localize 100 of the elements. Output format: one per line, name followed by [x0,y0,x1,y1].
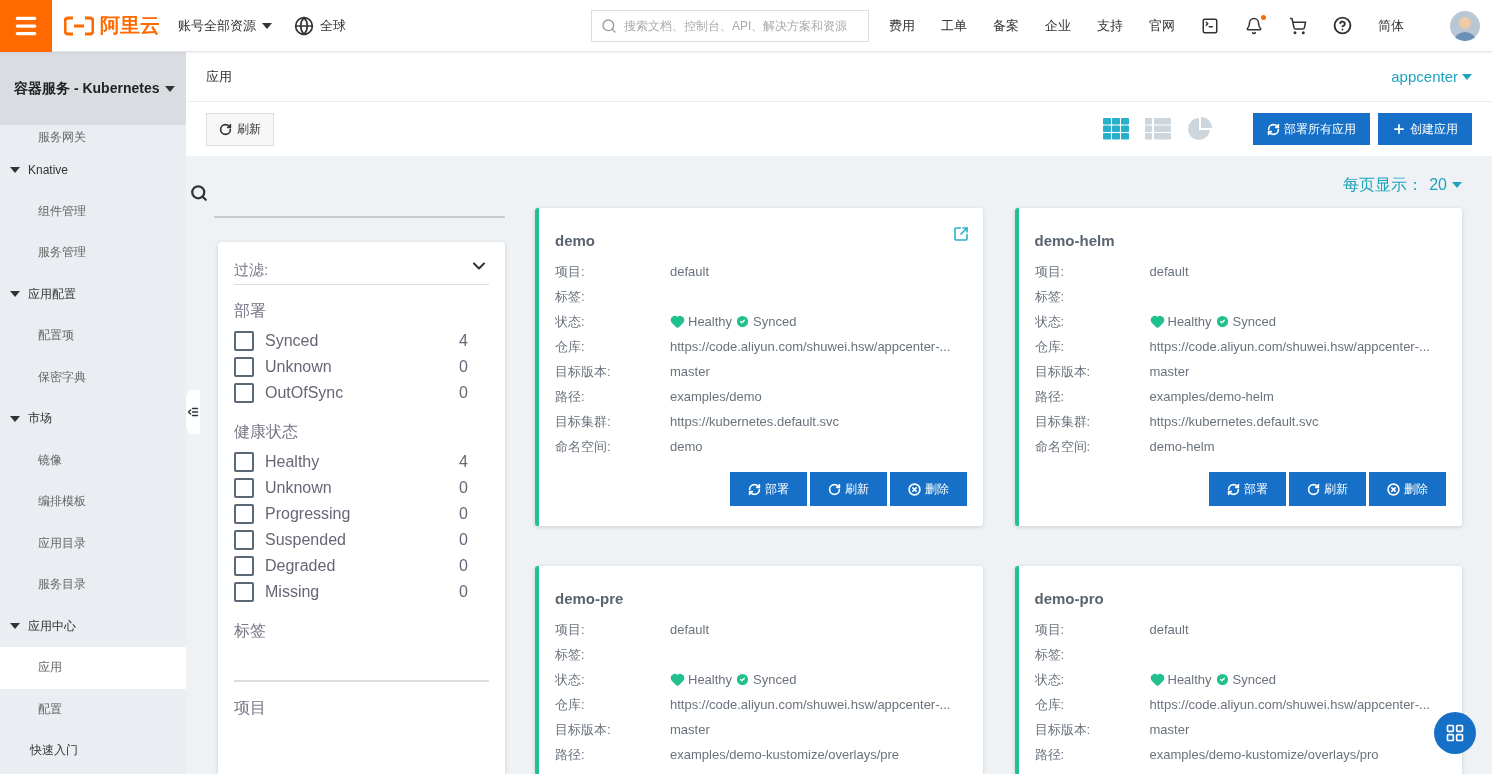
deploy-button[interactable]: 部署 [1209,472,1286,506]
option-label: OutOfSync [265,384,345,402]
option-label: Unknown [265,479,333,497]
checkbox[interactable] [234,331,254,351]
deploy-all-button[interactable]: 部署所有应用 [1253,113,1370,145]
field-label: 仓库: [1034,337,1066,356]
checkbox[interactable] [234,530,254,550]
option-label: Suspended [265,531,347,549]
field-value: default [1149,622,1189,637]
checkbox[interactable] [234,478,254,498]
option-count: 4 [459,453,469,471]
sidebar-item[interactable]: 应用 [0,647,186,689]
refresh-icon [1307,482,1320,496]
breadcrumb: 应用 [206,67,232,86]
bell-icon[interactable] [1245,16,1263,35]
close-circle-icon [1387,482,1400,496]
field-value: master [1149,722,1190,737]
avatar[interactable] [1450,10,1480,41]
nav-link[interactable]: 官网 [1149,16,1175,35]
nav-link[interactable]: 支持 [1097,16,1123,35]
option-label: Healthy [265,453,321,471]
field-value: https://code.aliyun.com/shuwei.hsw/appcenter-... [1149,697,1430,712]
refresh-button[interactable]: 刷新 [206,112,274,146]
pie-chart-icon [1187,116,1213,142]
heart-icon [670,314,685,329]
heart-icon [1149,672,1165,687]
field-value: demo [670,439,703,454]
field-label: 目标集群: [1034,412,1092,431]
product-selector[interactable]: 容器服务 - Kubernetes [0,52,186,125]
field-value: master [670,364,710,379]
sidebar-item[interactable]: 编排模板 [0,481,186,523]
view-toggle[interactable] [1103,118,1129,140]
search-field[interactable]: 搜索文档、控制台、API、解决方案和资源 [591,9,869,42]
terminal-icon[interactable] [1201,16,1219,35]
namespace-dropdown[interactable]: appcenter [1391,68,1472,85]
field-label: 标签: [1034,645,1066,664]
option-count: 4 [459,332,469,350]
app-name: demo-pro [1034,590,1104,607]
field-label: 目标版本: [555,720,612,739]
account-dropdown[interactable]: 账号全部资源 [178,16,272,35]
apps-button[interactable] [1434,712,1476,754]
refresh-button[interactable]: 刷新 [1289,472,1366,506]
field-label: 仓库: [1034,695,1066,714]
field-label: 命名空间: [1034,437,1092,456]
sidebar-group[interactable]: Knative [0,149,186,191]
check-circle-icon [735,314,751,329]
nav-link[interactable]: 工单 [941,16,967,35]
sidebar-group[interactable]: 市场 [0,398,186,440]
sidebar-item[interactable]: 应用目录 [0,522,186,564]
nav-link[interactable]: 企业 [1045,16,1071,35]
field-label: 目标版本: [1034,362,1092,381]
help-icon[interactable] [1333,16,1352,35]
field-label: 项目: [1034,262,1066,281]
menu-button[interactable] [0,0,52,52]
checkbox[interactable] [234,582,254,602]
close-circle-icon [907,482,921,496]
cart-icon[interactable] [1289,16,1307,35]
region-selector[interactable]: 全球 [294,15,346,36]
delete-button[interactable]: 删除 [889,472,967,506]
field-label: 标签: [555,287,586,306]
health-status: Healthy [1167,314,1212,329]
language-link[interactable]: 简体 [1378,16,1404,35]
search-icon [190,184,208,202]
sidebar-item[interactable]: 服务网关 [0,125,186,149]
view-toggle[interactable] [1145,118,1171,140]
delete-button[interactable]: 删除 [1369,472,1446,506]
sidebar-item[interactable]: 服务目录 [0,564,186,606]
nav-link[interactable]: 费用 [889,16,915,35]
check-circle-icon [1214,672,1230,687]
sidebar-item[interactable]: 服务管理 [0,232,186,274]
field-label: 项目: [555,262,586,281]
field-label: 目标版本: [555,362,612,381]
field-label: 标签: [555,645,586,664]
field-label: 目标版本: [1034,720,1092,739]
nav-link[interactable]: 备案 [993,16,1019,35]
option-count: 0 [459,479,469,497]
collapse-handle[interactable] [186,390,200,434]
sidebar-group[interactable]: 应用配置 [0,273,186,315]
sidebar-item[interactable]: 镜像 [0,439,186,481]
external-link-icon[interactable] [952,226,969,242]
sidebar-item[interactable]: 配置 [0,688,186,730]
checkbox[interactable] [234,556,254,576]
sidebar-group[interactable]: 应用中心 [0,605,186,647]
checkbox[interactable] [234,357,254,377]
field-label: 状态: [555,312,586,331]
sidebar-item[interactable]: 快速入门 [0,730,186,772]
sidebar-item[interactable]: 组件管理 [0,190,186,232]
checkbox[interactable] [234,383,254,403]
section-title: 健康状态 [234,422,299,442]
checkbox[interactable] [234,452,254,472]
sidebar-item[interactable]: 配置项 [0,315,186,357]
globe-icon [294,15,314,36]
field-label: 路径: [1034,387,1066,406]
deploy-button[interactable]: 部署 [729,472,807,506]
view-toggle[interactable] [1187,116,1213,142]
refresh-button[interactable]: 刷新 [809,472,887,506]
create-button[interactable]: 创建应用 [1378,113,1472,145]
field-label: 目标集群: [555,412,612,431]
sidebar-item[interactable]: 保密字典 [0,356,186,398]
checkbox[interactable] [234,504,254,524]
